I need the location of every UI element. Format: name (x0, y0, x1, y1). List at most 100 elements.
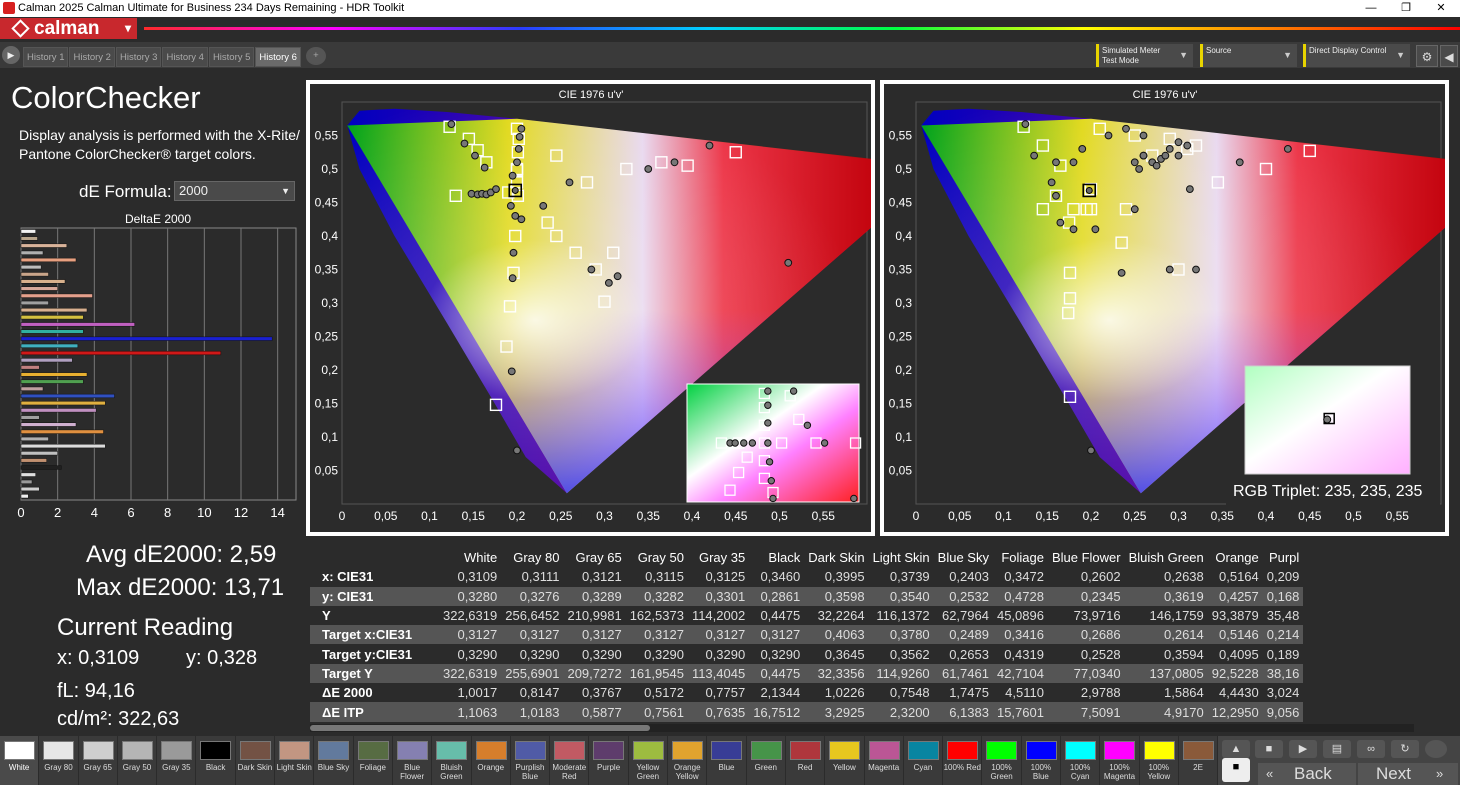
tab-history-1[interactable]: History 1 (23, 47, 69, 67)
swatch-gray-50[interactable]: Gray 50 (117, 736, 158, 785)
de-formula-select[interactable]: 2000 ▼ (174, 181, 295, 201)
loop-icon[interactable]: ∞ (1357, 740, 1385, 758)
swatch-gray-65[interactable]: Gray 65 (78, 736, 118, 785)
ddc-dropdown[interactable]: Direct Display Control ▼ (1303, 44, 1410, 67)
save-icon[interactable]: ▤ (1323, 740, 1351, 758)
close-icon[interactable]: ✕ (1424, 0, 1458, 17)
minimize-icon[interactable]: — (1354, 0, 1388, 17)
maximize-icon[interactable]: ❐ (1389, 0, 1423, 17)
column-header[interactable]: Gray 80 (501, 548, 563, 567)
cie-y-tick: 0,15 (889, 397, 913, 411)
column-header[interactable]: Dark Skin (804, 548, 868, 567)
swatch-gray-80[interactable]: Gray 80 (39, 736, 79, 785)
meter-line-2: Test Mode (1102, 56, 1139, 65)
table-cell: 0,3111 (501, 567, 564, 587)
column-header[interactable]: Gray 65 (563, 548, 625, 567)
swatch-blue[interactable]: Blue (707, 736, 747, 785)
scrollbar-thumb[interactable] (310, 725, 650, 731)
cie-y-tick: 0,25 (889, 330, 913, 344)
swatch-yellow[interactable]: Yellow (825, 736, 865, 785)
tab-history-6[interactable]: History 6 (255, 47, 301, 67)
swatch-blue-flower[interactable]: Blue Flower (392, 736, 433, 785)
swatch-chip (1065, 741, 1097, 760)
source-dropdown[interactable]: Source ▼ (1200, 44, 1297, 67)
refresh-icon[interactable]: ↻ (1391, 740, 1419, 758)
stop-square-icon[interactable]: ■ (1222, 758, 1250, 782)
table-cell: 0,3125 (687, 567, 750, 587)
swatch-100-green[interactable]: 100% Green (982, 736, 1022, 785)
swatch-white[interactable]: White (0, 736, 40, 785)
swatch-light-skin[interactable]: Light Skin (275, 736, 315, 785)
record-icon[interactable] (1425, 740, 1447, 758)
swatch-magenta[interactable]: Magenta (864, 736, 904, 785)
swatch-2e[interactable]: 2E (1178, 736, 1219, 785)
tab-history-2[interactable]: History 2 (69, 47, 115, 67)
swatch-black[interactable]: Black (196, 736, 236, 785)
title-bar: Calman 2025 Calman Ultimate for Business… (0, 0, 1460, 17)
measured-marker (514, 145, 523, 153)
tab-history-5[interactable]: History 5 (208, 47, 255, 67)
measured-marker (513, 158, 521, 167)
back-button[interactable]: « Back (1258, 763, 1356, 785)
column-header[interactable]: Blue Flower (1048, 548, 1125, 567)
swatch-orange[interactable]: Orange (471, 736, 511, 785)
measured-marker (515, 132, 524, 141)
swatch-gray-35[interactable]: Gray 35 (157, 736, 197, 785)
column-header[interactable]: Foliage (993, 548, 1048, 567)
column-header[interactable]: Bluish Green (1125, 548, 1208, 567)
swatch-moderate-red[interactable]: Moderate Red (550, 736, 590, 785)
swatch-100-magenta[interactable]: 100% Magenta (1100, 736, 1140, 785)
swatch-purplish-blue[interactable]: Purplish Blue (510, 736, 551, 785)
delta-bar (20, 479, 33, 484)
add-tab-button[interactable]: + (305, 47, 326, 65)
table-cell: 0,3767 (563, 683, 626, 703)
row-label: ΔE 2000 (310, 683, 439, 703)
stop-icon[interactable]: ■ (1255, 740, 1283, 758)
table-cell: 116,1372 (868, 605, 934, 626)
column-header[interactable]: Black (749, 548, 804, 567)
tab-history-3[interactable]: History 3 (115, 47, 162, 67)
swatch-label: 100% Cyan (1069, 763, 1091, 781)
tab-history-4[interactable]: History 4 (162, 47, 208, 67)
table-cell: 209,7272 (563, 663, 626, 684)
swatch-orange-yellow[interactable]: Orange Yellow (668, 736, 708, 785)
swatch-red[interactable]: Red (785, 736, 826, 785)
swatch-yellow-green[interactable]: Yellow Green (628, 736, 669, 785)
measured-marker (1117, 268, 1126, 277)
column-header[interactable]: Blue Sky (934, 548, 993, 567)
measured-marker (508, 274, 517, 283)
calman-logo[interactable]: calman ▾ (0, 18, 137, 39)
table-scrollbar[interactable] (310, 724, 1414, 732)
swatch-100-blue[interactable]: 100% Blue (1021, 736, 1062, 785)
play-measure-icon[interactable]: ▶ (1289, 740, 1317, 758)
column-header[interactable]: Gray 50 (626, 548, 688, 567)
column-header[interactable]: Orange (1208, 548, 1263, 567)
arrow-left-icon[interactable]: ◀ (1440, 45, 1458, 67)
logo-menu-chevron-icon[interactable]: ▾ (125, 18, 131, 39)
swatch-chip (711, 741, 743, 760)
column-header[interactable]: Purpl (1263, 548, 1304, 567)
delta-bar (20, 322, 135, 327)
swatch-label: 100% Green (990, 763, 1013, 781)
swatch-100-cyan[interactable]: 100% Cyan (1061, 736, 1101, 785)
swatch-cyan[interactable]: Cyan (903, 736, 944, 785)
up-arrow-icon[interactable]: ▲ (1222, 740, 1250, 758)
next-button[interactable]: Next » (1358, 763, 1458, 785)
swatch-100-red[interactable]: 100% Red (943, 736, 983, 785)
swatch-foliage[interactable]: Foliage (353, 736, 393, 785)
swatch-green[interactable]: Green (746, 736, 786, 785)
swatch-chip (43, 741, 75, 760)
gear-icon[interactable]: ⚙ (1416, 45, 1438, 67)
play-icon[interactable]: ▶ (2, 46, 20, 64)
swatch-purple[interactable]: Purple (589, 736, 629, 785)
swatch-100-yellow[interactable]: 100% Yellow (1139, 736, 1179, 785)
avg-de: Avg dE2000: 2,59 (86, 541, 277, 568)
swatch-blue-sky[interactable]: Blue Sky (314, 736, 354, 785)
column-header[interactable]: Gray 35 (688, 548, 749, 567)
swatch-bluish-green[interactable]: Bluish Green (432, 736, 472, 785)
column-header[interactable]: White (439, 548, 501, 567)
swatch-dark-skin[interactable]: Dark Skin (235, 736, 276, 785)
column-header[interactable]: Light Skin (869, 548, 934, 567)
swatch-chip (121, 741, 153, 760)
meter-dropdown[interactable]: Simulated Meter Test Mode ▼ (1096, 44, 1193, 67)
